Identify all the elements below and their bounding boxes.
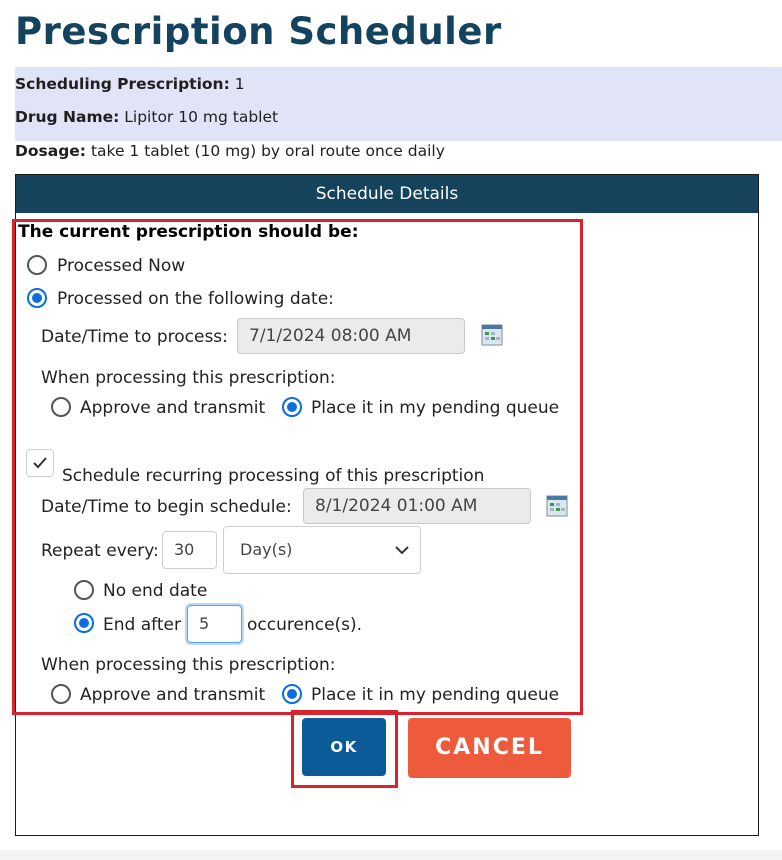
checkmark-icon [33, 457, 47, 469]
drug-name-line: Drug Name: Lipitor 10 mg tablet [15, 108, 278, 126]
end-after-label[interactable]: End after [103, 615, 181, 635]
pending-queue-label[interactable]: Place it in my pending queue [311, 398, 559, 418]
schedule-details-header: Schedule Details [16, 175, 758, 213]
calendar-icon[interactable] [546, 495, 568, 517]
recurring-approve-transmit-label[interactable]: Approve and transmit [80, 685, 265, 705]
chevron-down-icon [395, 546, 409, 555]
drug-name-value: Lipitor 10 mg tablet [124, 108, 279, 126]
recurring-label[interactable]: Schedule recurring processing of this pr… [62, 466, 484, 486]
begin-schedule-label: Date/Time to begin schedule: [41, 497, 292, 517]
processed-now-label[interactable]: Processed Now [57, 256, 185, 276]
processed-on-date-radio[interactable] [27, 288, 47, 308]
approve-transmit-label[interactable]: Approve and transmit [80, 398, 265, 418]
cancel-button[interactable]: CANCEL [408, 718, 571, 778]
drug-name-label: Drug Name: [15, 108, 120, 126]
begin-schedule-input[interactable]: 8/1/2024 01:00 AM [303, 488, 531, 524]
repeat-interval-input[interactable]: 30 [162, 531, 217, 569]
end-after-count-input[interactable]: 5 [187, 605, 242, 643]
dosage-line: Dosage: take 1 tablet (10 mg) by oral ro… [15, 142, 445, 160]
dosage-value: take 1 tablet (10 mg) by oral route once… [90, 142, 445, 160]
repeat-unit-value: Day(s) [240, 540, 293, 559]
when-processing-label: When processing this prescription: [41, 368, 336, 388]
recurring-pending-queue-label[interactable]: Place it in my pending queue [311, 685, 559, 705]
calendar-icon[interactable] [481, 324, 503, 346]
occurrences-label: occurence(s). [247, 615, 363, 635]
process-datetime-input[interactable]: 7/1/2024 08:00 AM [237, 318, 465, 354]
repeat-every-label: Repeat every: [41, 541, 159, 561]
recurring-pending-queue-radio[interactable] [282, 684, 302, 704]
bottom-strip [0, 850, 782, 860]
pending-queue-radio[interactable] [282, 397, 302, 417]
repeat-unit-select[interactable]: Day(s) [223, 526, 421, 574]
process-datetime-label: Date/Time to process: [41, 327, 228, 347]
no-end-date-radio[interactable] [74, 580, 94, 600]
approve-transmit-radio[interactable] [51, 397, 71, 417]
scheduling-prescription-label: Scheduling Prescription: [15, 75, 230, 93]
ok-button[interactable]: OK [302, 718, 386, 776]
recurring-checkbox[interactable] [26, 449, 54, 477]
processed-now-radio[interactable] [27, 255, 47, 275]
page-title: Prescription Scheduler [15, 10, 502, 53]
processed-on-date-label[interactable]: Processed on the following date: [57, 289, 334, 309]
dosage-label: Dosage: [15, 142, 87, 160]
recurring-approve-transmit-radio[interactable] [51, 684, 71, 704]
no-end-date-label[interactable]: No end date [103, 581, 207, 601]
end-after-radio[interactable] [74, 613, 94, 633]
scheduling-prescription-value: 1 [234, 75, 245, 93]
scheduling-prescription-line: Scheduling Prescription: 1 [15, 75, 245, 93]
section-title: The current prescription should be: [18, 222, 359, 242]
recurring-when-processing-label: When processing this prescription: [41, 655, 336, 675]
